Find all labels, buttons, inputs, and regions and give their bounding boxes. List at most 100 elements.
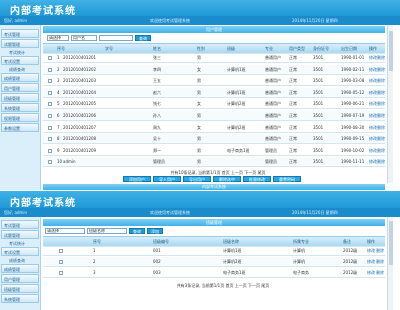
pager-button[interactable]: 批量修改 bbox=[243, 176, 271, 182]
edit-link[interactable]: 修改 bbox=[369, 157, 377, 167]
delete-link[interactable]: 删除 bbox=[376, 257, 385, 267]
edit-link[interactable]: 修改 bbox=[367, 268, 376, 278]
delete-link[interactable]: 删除 bbox=[377, 53, 385, 63]
table-cell: 电子商务 bbox=[293, 270, 309, 275]
delete-link[interactable]: 删除 bbox=[377, 123, 385, 133]
menu-item-exam-2[interactable]: 考试管理 bbox=[1, 220, 39, 229]
table-cell: 003 bbox=[153, 270, 161, 275]
edit-link[interactable]: 修改 bbox=[369, 111, 377, 121]
screenshot-user-management: 内部考试系统 您好, admin 欢迎使用考试管理系统 2014年11月20日 … bbox=[0, 0, 400, 190]
menu-item-users[interactable]: 用户管理 bbox=[1, 83, 39, 92]
info-bar: 您好, admin 欢迎使用考试管理系统 2014年11月20日 星期四 bbox=[0, 16, 400, 25]
edit-link[interactable]: 修改 bbox=[369, 123, 377, 133]
menu-sub-stats-2[interactable]: 考试统计 bbox=[9, 240, 25, 247]
delete-link[interactable]: 删除 bbox=[377, 111, 385, 121]
search-button-2[interactable]: 查询 bbox=[129, 228, 145, 234]
menu-item-exam-settings-2[interactable]: 考试设置 bbox=[1, 247, 39, 256]
row-checkbox[interactable] bbox=[59, 260, 63, 264]
edit-link[interactable]: 修改 bbox=[369, 146, 377, 156]
delete-link[interactable]: 删除 bbox=[377, 65, 385, 75]
menu-item-permissions[interactable]: 权限管理 bbox=[1, 113, 39, 122]
pager-button[interactable]: 添加用户 bbox=[123, 176, 151, 182]
edit-link[interactable]: 修改 bbox=[369, 99, 377, 109]
menu-item-questions-2[interactable]: 试题管理 bbox=[1, 230, 39, 239]
row-checkbox[interactable] bbox=[48, 114, 52, 118]
table-cell: 3501 bbox=[313, 113, 324, 118]
pager-button[interactable]: 导出用户 bbox=[183, 176, 211, 182]
table-cell: 1990-10-02 bbox=[341, 147, 365, 153]
search-select-field[interactable]: 用户名 bbox=[71, 35, 97, 41]
row-checkbox[interactable] bbox=[59, 249, 63, 253]
row-checkbox[interactable] bbox=[48, 102, 52, 107]
row-checkbox[interactable] bbox=[48, 67, 52, 72]
menu-item-exam[interactable]: 考试管理 bbox=[1, 29, 39, 38]
delete-link[interactable]: 删除 bbox=[377, 76, 385, 86]
search-button[interactable]: 查询 bbox=[135, 35, 151, 41]
row-checkbox[interactable] bbox=[48, 79, 52, 84]
table-cell: 2012010401206 bbox=[63, 113, 97, 118]
add-class-button[interactable]: 添加 bbox=[147, 228, 163, 234]
table-cell: 电子商务1班 bbox=[227, 147, 250, 153]
scrollbar-thumb-2[interactable] bbox=[389, 221, 393, 265]
menu-item-scores-2[interactable]: 成绩管理 bbox=[1, 264, 39, 273]
row-checkbox[interactable] bbox=[48, 137, 52, 142]
row-checkbox[interactable] bbox=[48, 125, 52, 130]
row-checkbox[interactable] bbox=[48, 148, 52, 153]
vertical-scrollbar-2[interactable] bbox=[387, 217, 393, 310]
pager-button[interactable]: 重置密码 bbox=[273, 176, 301, 182]
delete-link[interactable]: 删除 bbox=[376, 246, 385, 256]
scrollbar-thumb[interactable] bbox=[389, 31, 393, 71]
menu-item-classes-2[interactable]: 班级管理 bbox=[1, 284, 39, 293]
delete-link[interactable]: 删除 bbox=[377, 146, 385, 156]
menu-item-exam-settings[interactable]: 考试设置 bbox=[1, 56, 39, 65]
menu-sub-score-query[interactable]: 成绩查询 bbox=[9, 66, 25, 73]
search-field-2[interactable]: 班级名称 bbox=[87, 228, 127, 234]
table-cell: 2012010401203 bbox=[63, 78, 97, 84]
row-checkbox[interactable] bbox=[48, 90, 52, 95]
edit-link[interactable]: 修改 bbox=[369, 134, 377, 144]
table-cell: 正常 bbox=[289, 124, 297, 130]
table-row: 7 2012010401207 周九女计算机2班 普通用户 正常 3501 1990-08-… bbox=[43, 123, 385, 133]
edit-link[interactable]: 修改 bbox=[369, 88, 377, 98]
table-cell: 3501 bbox=[313, 101, 324, 107]
delete-link[interactable]: 删除 bbox=[377, 134, 385, 144]
pager-button[interactable]: 导入用户 bbox=[153, 176, 181, 182]
menu-sub-score-query-2[interactable]: 成绩查询 bbox=[9, 257, 25, 264]
edit-link[interactable]: 修改 bbox=[367, 257, 376, 267]
vertical-scrollbar[interactable] bbox=[387, 25, 393, 183]
table-cell: 2012010401205 bbox=[63, 101, 97, 107]
menu-item-system[interactable]: 系统管理 bbox=[1, 103, 39, 112]
table-cell: 普通用户 bbox=[265, 101, 281, 107]
menu-item-system-2[interactable]: 系统管理 bbox=[1, 294, 39, 303]
edit-link[interactable]: 修改 bbox=[369, 53, 377, 63]
menu-item-users-2[interactable]: 用户管理 bbox=[1, 274, 39, 283]
edit-link[interactable]: 修改 bbox=[367, 246, 376, 256]
row-checkbox[interactable] bbox=[59, 271, 63, 275]
row-checkbox[interactable] bbox=[48, 160, 52, 165]
table-cell: 计算机 bbox=[293, 248, 305, 253]
menu-item-params[interactable]: 参数设置 bbox=[1, 123, 39, 132]
table-cell: 张三 bbox=[153, 55, 161, 60]
panel-title-2: 班级管理 bbox=[43, 219, 385, 226]
search-input[interactable] bbox=[99, 35, 133, 41]
edit-link[interactable]: 修改 bbox=[369, 76, 377, 86]
delete-link[interactable]: 删除 bbox=[377, 88, 385, 98]
search-select-2[interactable]: 请选择 bbox=[45, 228, 85, 234]
menu-sub-stats[interactable]: 考试统计 bbox=[9, 49, 25, 56]
delete-link[interactable]: 删除 bbox=[376, 268, 385, 278]
table-cell: 001 bbox=[153, 248, 161, 253]
table-cell: 002 bbox=[153, 259, 161, 264]
edit-link[interactable]: 修改 bbox=[369, 65, 377, 75]
table-row: 1 001 计算机1班 计算机 2012级 修改 删除 bbox=[43, 246, 385, 256]
search-select-1[interactable]: 请选择 bbox=[47, 35, 69, 41]
menu-item-questions[interactable]: 试题管理 bbox=[1, 39, 39, 48]
app-logo-title-2: 内部考试系统 bbox=[10, 198, 76, 209]
delete-link[interactable]: 删除 bbox=[377, 99, 385, 109]
row-checkbox[interactable] bbox=[48, 56, 52, 60]
delete-link[interactable]: 删除 bbox=[377, 157, 385, 167]
table-cell: 3501 bbox=[313, 136, 324, 142]
table-cell: 正常 bbox=[289, 78, 297, 84]
menu-item-scores[interactable]: 成绩管理 bbox=[1, 73, 39, 82]
pager-button[interactable]: 删除选中 bbox=[213, 176, 241, 182]
menu-item-classes[interactable]: 班级管理 bbox=[1, 93, 39, 102]
